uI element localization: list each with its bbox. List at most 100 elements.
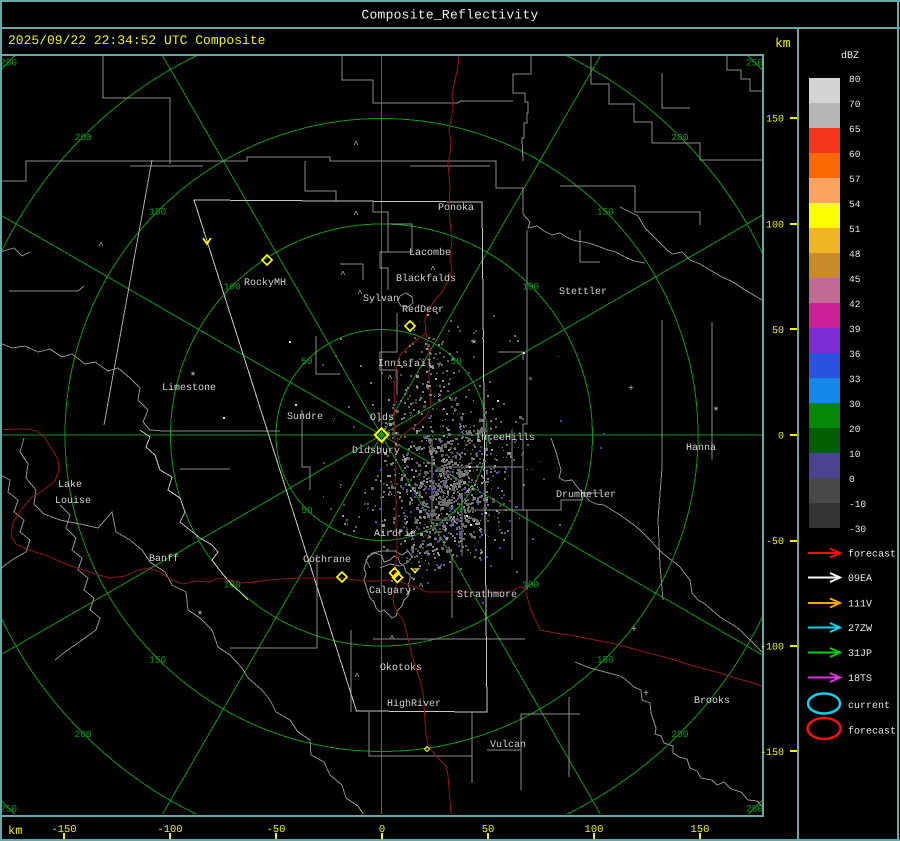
svg-text:^: ^ (387, 374, 392, 384)
svg-text:57: 57 (849, 174, 860, 185)
svg-text:111V: 111V (848, 600, 872, 611)
svg-text:Banff: Banff (149, 553, 179, 565)
svg-text:150: 150 (691, 824, 710, 836)
svg-text:65: 65 (849, 124, 861, 135)
svg-text:*: * (470, 338, 477, 352)
svg-text:-30: -30 (849, 524, 866, 535)
svg-text:50: 50 (482, 824, 495, 836)
svg-text:-10: -10 (849, 499, 866, 510)
svg-text:80: 80 (849, 74, 861, 85)
svg-text:200: 200 (75, 132, 92, 143)
svg-text:-100: -100 (157, 824, 182, 836)
svg-text:30: 30 (849, 399, 861, 410)
svg-text:150: 150 (597, 654, 614, 665)
svg-text:31JP: 31JP (848, 649, 872, 660)
svg-text:Vulcan: Vulcan (490, 739, 526, 751)
svg-text:^: ^ (98, 241, 103, 251)
svg-text:39: 39 (849, 324, 861, 335)
svg-text:-150: -150 (760, 748, 784, 759)
svg-text:RedDeer: RedDeer (402, 304, 444, 316)
svg-text:20: 20 (849, 424, 861, 435)
svg-text:54: 54 (849, 199, 861, 210)
svg-text:Sundre: Sundre (287, 411, 323, 423)
svg-text:100: 100 (522, 281, 539, 292)
svg-text:^: ^ (340, 270, 345, 280)
svg-text:33: 33 (849, 374, 861, 385)
svg-text:150: 150 (597, 207, 614, 218)
svg-text:+: + (628, 384, 634, 395)
svg-text:60: 60 (849, 149, 861, 160)
svg-text:150: 150 (149, 654, 166, 665)
svg-text:^: ^ (354, 672, 359, 682)
svg-text:^: ^ (418, 582, 423, 592)
svg-text:HighRiver: HighRiver (387, 698, 441, 710)
svg-text:50: 50 (301, 505, 313, 516)
svg-text:Composite_Reflectivity: Composite_Reflectivity (361, 8, 538, 23)
svg-text:200: 200 (671, 132, 688, 143)
svg-text:dBZ: dBZ (841, 50, 859, 62)
svg-text:48: 48 (849, 249, 861, 260)
svg-text:100: 100 (224, 281, 241, 292)
svg-text:50: 50 (450, 356, 462, 367)
svg-text:09EA: 09EA (848, 574, 872, 585)
svg-text:0: 0 (849, 474, 855, 485)
svg-text:27ZW: 27ZW (848, 624, 872, 635)
svg-text:200: 200 (671, 729, 688, 740)
svg-text:-150: -150 (51, 824, 76, 836)
svg-text:^: ^ (450, 517, 455, 527)
svg-text:Ponoka: Ponoka (438, 202, 474, 214)
svg-text:*: * (189, 370, 196, 384)
svg-text:250: 250 (746, 58, 763, 69)
svg-text:Olds: Olds (370, 412, 394, 424)
svg-text:50: 50 (772, 326, 784, 337)
svg-text:Stettler: Stettler (559, 286, 607, 298)
svg-text:km: km (8, 824, 22, 838)
svg-text:250: 250 (0, 804, 17, 815)
svg-text:current: current (848, 701, 890, 712)
svg-text:^: ^ (430, 265, 435, 275)
svg-text:42: 42 (849, 299, 861, 310)
svg-text:-50: -50 (267, 824, 286, 836)
svg-text:200: 200 (75, 729, 92, 740)
svg-text:45: 45 (849, 274, 861, 285)
svg-text:Airdrie: Airdrie (374, 528, 416, 540)
svg-text:100: 100 (766, 221, 784, 232)
svg-text:+: + (643, 689, 649, 700)
svg-text:150: 150 (766, 115, 784, 126)
svg-text:100: 100 (585, 824, 604, 836)
svg-text:^: ^ (353, 210, 358, 220)
svg-text:Innisfail: Innisfail (378, 358, 432, 370)
svg-text:51: 51 (849, 224, 861, 235)
svg-text:70: 70 (849, 99, 861, 110)
svg-text:-100: -100 (760, 643, 784, 654)
svg-text:Lake: Lake (58, 479, 82, 491)
svg-text:Lacombe: Lacombe (409, 247, 451, 259)
svg-text:Didsbury: Didsbury (352, 445, 400, 457)
svg-text:Drumheller: Drumheller (556, 489, 616, 501)
svg-text:Cochrane: Cochrane (303, 554, 351, 566)
svg-text:10: 10 (849, 449, 861, 460)
svg-text:0: 0 (778, 432, 784, 443)
svg-text:Blackfalds: Blackfalds (396, 273, 456, 285)
svg-text:*: * (196, 609, 203, 623)
svg-text:^: ^ (389, 634, 394, 644)
svg-text:2025/09/22 22:34:52 UTC Compos: 2025/09/22 22:34:52 UTC Composite (8, 33, 265, 48)
svg-text:Calgary: Calgary (369, 585, 411, 597)
svg-text:forecast: forecast (848, 549, 896, 561)
svg-text:forecast: forecast (848, 726, 896, 738)
svg-text:RockyMH: RockyMH (244, 277, 286, 289)
svg-text:36: 36 (849, 349, 861, 360)
svg-text:Brooks: Brooks (694, 695, 730, 707)
svg-text:-50: -50 (766, 537, 784, 548)
svg-text:Hanna: Hanna (686, 443, 716, 454)
svg-text:50: 50 (301, 356, 313, 367)
svg-text:^: ^ (387, 490, 392, 500)
svg-text:18TS: 18TS (848, 674, 872, 685)
svg-text:km: km (775, 36, 791, 51)
svg-text:^: ^ (357, 289, 362, 299)
svg-text:150: 150 (149, 207, 166, 218)
svg-text:0: 0 (379, 824, 385, 836)
svg-text:ThreeHills: ThreeHills (475, 432, 535, 444)
svg-text:^: ^ (353, 140, 358, 150)
svg-text:Okotoks: Okotoks (380, 662, 422, 674)
